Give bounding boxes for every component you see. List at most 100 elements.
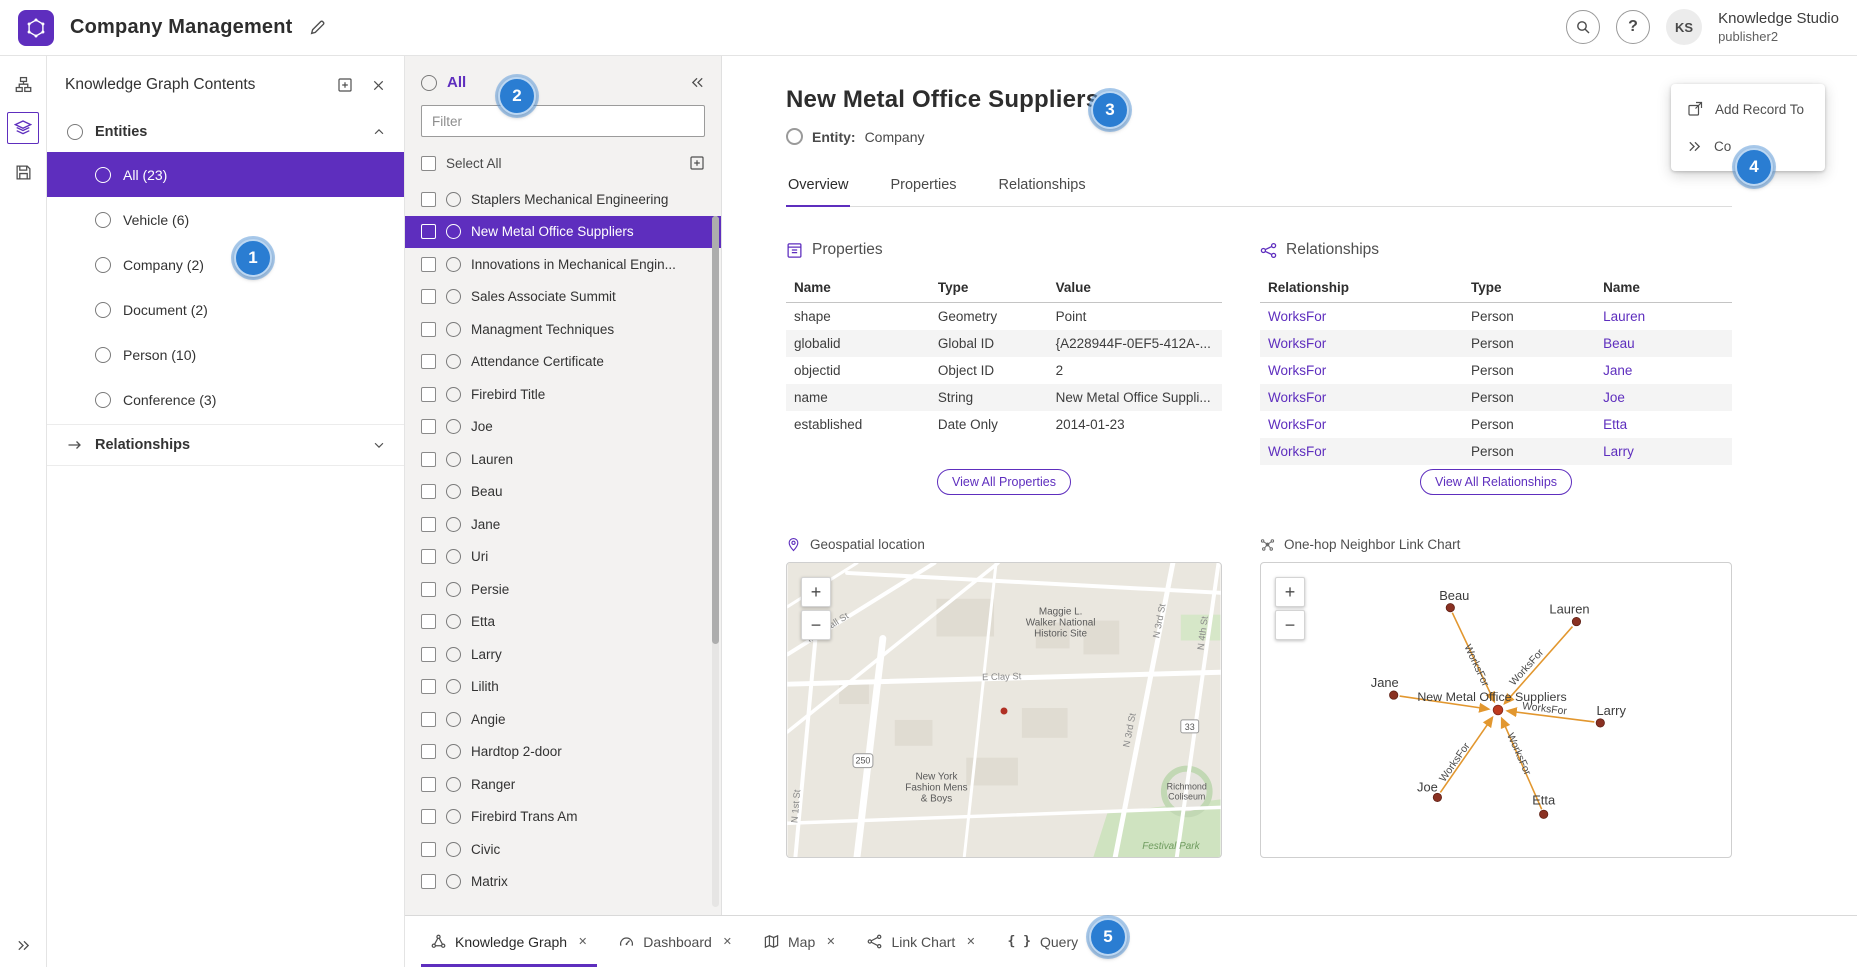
link-chart-zoom-out-button[interactable]: − [1275,610,1305,640]
record-item-beau[interactable]: Beau [405,476,721,509]
checkbox-icon[interactable] [421,549,436,564]
checkbox-icon[interactable] [421,354,436,369]
relationship-link[interactable]: WorksFor [1268,444,1326,459]
user-avatar[interactable]: KS [1666,9,1702,45]
checkbox-icon[interactable] [421,484,436,499]
bottom-tab-map[interactable]: Map✕ [748,916,851,967]
map-zoom-in-button[interactable]: + [801,577,831,607]
checkbox-icon[interactable] [421,387,436,402]
node-dot[interactable] [1433,793,1441,801]
relationship-link[interactable]: WorksFor [1268,417,1326,432]
node-dot[interactable] [1446,604,1454,612]
checkbox-icon[interactable] [421,679,436,694]
checkbox-icon[interactable] [421,874,436,889]
entity-filter-all-23[interactable]: All (23) [47,152,404,197]
center-node-dot[interactable] [1493,705,1503,715]
relationship-link[interactable]: WorksFor [1268,390,1326,405]
record-item-staplers-mechanical-engineering[interactable]: Staplers Mechanical Engineering [405,183,721,216]
map-zoom-out-button[interactable]: − [801,610,831,640]
chevron-down-icon[interactable] [372,438,386,452]
bottom-tab-link-chart[interactable]: Link Chart✕ [851,916,991,967]
checkbox-icon[interactable] [421,322,436,337]
close-tab-icon[interactable]: ✕ [578,935,587,948]
bottom-tab-knowledge-graph[interactable]: Knowledge Graph✕ [415,916,603,967]
checkbox-icon[interactable] [421,777,436,792]
relationship-link[interactable]: Beau [1603,336,1635,351]
view-all-relationships-button[interactable]: View All Relationships [1420,469,1572,496]
chevron-up-icon[interactable] [372,125,386,139]
record-item-attendance-certificate[interactable]: Attendance Certificate [405,346,721,379]
node-dot[interactable] [1540,810,1548,818]
select-all-checkbox[interactable] [421,156,436,171]
checkbox-icon[interactable] [421,289,436,304]
node-dot[interactable] [1390,691,1398,699]
checkbox-icon[interactable] [421,614,436,629]
checkbox-icon[interactable] [421,452,436,467]
entity-filter-conference-3[interactable]: Conference (3) [47,377,404,422]
checkbox-icon[interactable] [421,744,436,759]
scrollbar-thumb[interactable] [712,216,719,644]
scrollbar[interactable] [712,216,719,907]
menu-item-add-record-to[interactable]: Add Record To [1671,90,1825,128]
entity-filter-company-2[interactable]: Company (2) [47,242,404,287]
record-item-persie[interactable]: Persie [405,573,721,606]
link-chart-canvas[interactable]: Beau Lauren Jane Larry Joe Etta New Meta… [1260,562,1732,858]
relationship-link[interactable]: Larry [1603,444,1634,459]
record-item-ranger[interactable]: Ranger [405,768,721,801]
filter-input[interactable] [421,105,705,137]
search-icon[interactable] [1566,10,1600,44]
close-tab-icon[interactable]: ✕ [723,935,732,948]
checkbox-icon[interactable] [421,224,436,239]
record-item-firebird-trans-am[interactable]: Firebird Trans Am [405,801,721,834]
app-logo-icon[interactable] [18,10,54,46]
save-icon[interactable] [7,156,39,188]
checkbox-icon[interactable] [421,419,436,434]
record-item-hardtop-2-door[interactable]: Hardtop 2-door [405,736,721,769]
record-item-managment-techniques[interactable]: Managment Techniques [405,313,721,346]
edit-title-icon[interactable] [309,19,326,36]
entity-filter-person-10[interactable]: Person (10) [47,332,404,377]
record-item-joe[interactable]: Joe [405,411,721,444]
record-item-sales-associate-summit[interactable]: Sales Associate Summit [405,281,721,314]
checkbox-icon[interactable] [421,257,436,272]
checkbox-icon[interactable] [421,647,436,662]
tab-overview[interactable]: Overview [786,169,850,207]
relationships-group-header[interactable]: Relationships [47,424,404,466]
record-item-jane[interactable]: Jane [405,508,721,541]
record-item-lauren[interactable]: Lauren [405,443,721,476]
record-item-firebird-title[interactable]: Firebird Title [405,378,721,411]
relationship-link[interactable]: Joe [1603,390,1625,405]
entity-filter-document-2[interactable]: Document (2) [47,287,404,332]
tab-relationships[interactable]: Relationships [997,169,1088,206]
collapse-panel-icon[interactable] [690,75,705,90]
layers-icon[interactable] [7,112,39,144]
checkbox-icon[interactable] [421,809,436,824]
record-item-uri[interactable]: Uri [405,541,721,574]
record-item-civic[interactable]: Civic [405,833,721,866]
checkbox-icon[interactable] [421,517,436,532]
close-panel-icon[interactable] [371,78,386,93]
relationship-link[interactable]: WorksFor [1268,336,1326,351]
view-all-properties-button[interactable]: View All Properties [937,469,1071,496]
close-tab-icon[interactable]: ✕ [826,935,835,948]
record-item-etta[interactable]: Etta [405,606,721,639]
record-item-larry[interactable]: Larry [405,638,721,671]
node-dot[interactable] [1596,719,1604,727]
relationship-link[interactable]: Lauren [1603,309,1645,324]
entity-filter-vehicle-6[interactable]: Vehicle (6) [47,197,404,242]
relationship-link[interactable]: WorksFor [1268,363,1326,378]
link-chart-zoom-in-button[interactable]: + [1275,577,1305,607]
hierarchy-icon[interactable] [7,68,39,100]
record-item-new-metal-office-suppliers[interactable]: New Metal Office Suppliers [405,216,721,249]
record-item-matrix[interactable]: Matrix [405,866,721,899]
checkbox-icon[interactable] [421,192,436,207]
checkbox-icon[interactable] [421,582,436,597]
relationship-link[interactable]: Jane [1603,363,1632,378]
expand-panel-icon[interactable] [16,938,31,953]
relationship-link[interactable]: Etta [1603,417,1627,432]
new-selection-icon[interactable] [689,155,705,171]
node-dot[interactable] [1572,617,1580,625]
help-icon[interactable]: ? [1616,10,1650,44]
record-item-angie[interactable]: Angie [405,703,721,736]
relationship-link[interactable]: WorksFor [1268,309,1326,324]
